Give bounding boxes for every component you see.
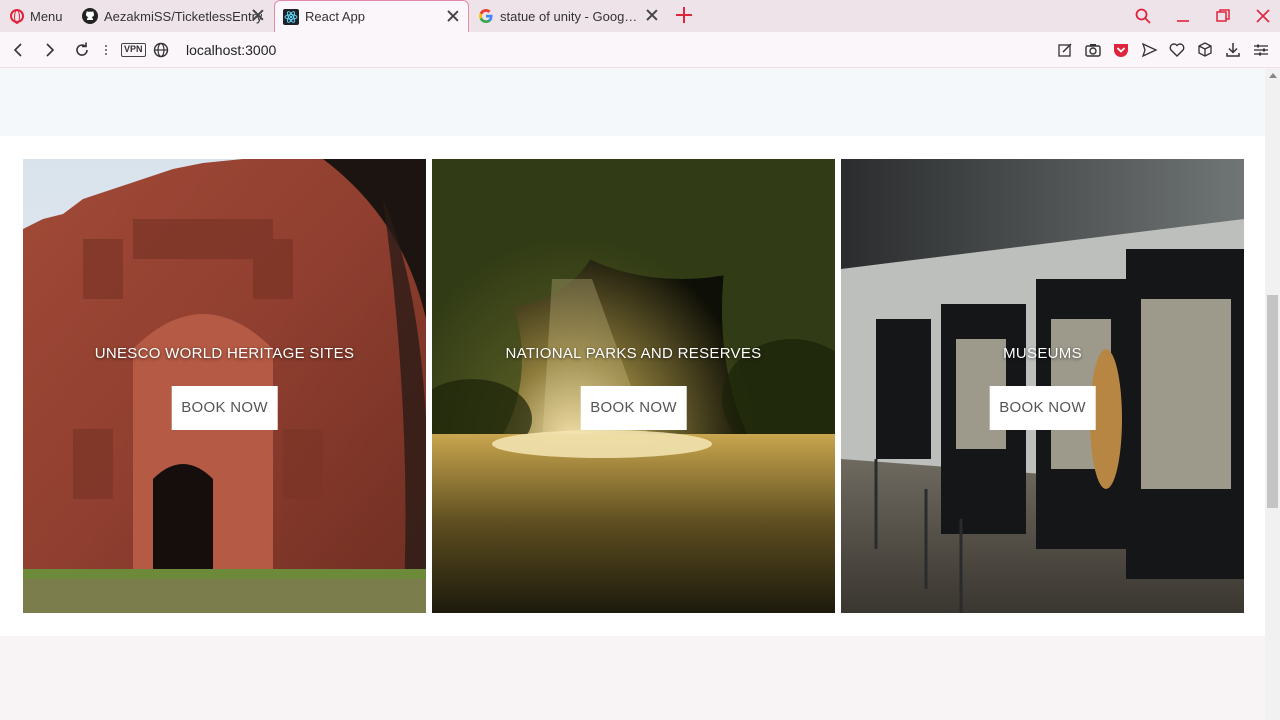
new-tab-icon[interactable] (675, 6, 693, 24)
search-icon[interactable] (1134, 7, 1152, 25)
pocket-icon[interactable] (1112, 41, 1130, 59)
tab-title: React App (305, 9, 365, 24)
window-controls (1134, 4, 1272, 28)
url-input[interactable]: localhost:3000 (186, 42, 276, 58)
category-card-museums[interactable]: MUSEUMS BOOK NOW (841, 159, 1244, 613)
tab-bar: Menu AezakmiSS/TicketlessEntry React App… (0, 0, 1280, 32)
scroll-up-arrow-icon[interactable] (1269, 73, 1277, 78)
close-tab-icon[interactable] (251, 8, 265, 22)
reload-icon[interactable] (73, 41, 91, 59)
category-card-national-parks[interactable]: NATIONAL PARKS AND RESERVES BOOK NOW (432, 159, 835, 613)
edit-page-icon[interactable] (1056, 41, 1074, 59)
tab-github[interactable]: AezakmiSS/TicketlessEntry (74, 0, 273, 32)
minimize-icon[interactable] (1174, 7, 1192, 25)
download-icon[interactable] (1224, 41, 1242, 59)
react-icon (283, 8, 299, 25)
category-cards: UNESCO WORLD HERITAGE SITES BOOK NOW NAT… (23, 159, 1244, 613)
toolbar-icons (1056, 41, 1270, 59)
page-scrollbar[interactable] (1265, 69, 1280, 720)
category-card-heritage[interactable]: UNESCO WORLD HERITAGE SITES BOOK NOW (23, 159, 426, 613)
camera-icon[interactable] (1084, 41, 1102, 59)
browser-menu-button[interactable]: Menu (4, 4, 69, 28)
tab-title: statue of unity - Google Se (500, 8, 640, 24)
more-options-icon[interactable] (97, 41, 115, 59)
heart-icon[interactable] (1168, 41, 1186, 59)
send-icon[interactable] (1140, 41, 1158, 59)
close-tab-icon[interactable] (645, 8, 659, 22)
card-title: MUSEUMS (1003, 345, 1082, 362)
restore-icon[interactable] (1214, 7, 1232, 25)
tab-title: AezakmiSS/TicketlessEntry (104, 8, 263, 24)
github-icon (82, 8, 98, 24)
forward-icon[interactable] (40, 41, 58, 59)
book-now-button[interactable]: BOOK NOW (171, 386, 278, 430)
scrollbar-thumb[interactable] (1267, 295, 1278, 508)
menu-label: Menu (30, 8, 63, 24)
back-icon[interactable] (10, 41, 28, 59)
globe-icon[interactable] (152, 41, 170, 59)
address-bar: VPN localhost:3000 (0, 32, 1280, 68)
extensions-icon[interactable] (1196, 41, 1214, 59)
settings-sliders-icon[interactable] (1252, 41, 1270, 59)
close-tab-icon[interactable] (446, 9, 460, 23)
card-title: NATIONAL PARKS AND RESERVES (505, 345, 762, 362)
header-band (0, 69, 1265, 136)
google-icon (479, 9, 493, 23)
tab-google-search[interactable]: statue of unity - Google Se (470, 0, 667, 32)
vpn-badge[interactable]: VPN (121, 43, 146, 57)
page-viewport: UNESCO WORLD HERITAGE SITES BOOK NOW NAT… (0, 69, 1265, 720)
book-now-button[interactable]: BOOK NOW (989, 386, 1096, 430)
book-now-button[interactable]: BOOK NOW (580, 386, 687, 430)
tab-react-app[interactable]: React App (274, 0, 469, 32)
card-title: UNESCO WORLD HERITAGE SITES (94, 345, 355, 362)
close-window-icon[interactable] (1254, 7, 1272, 25)
opera-logo-icon (10, 9, 24, 24)
